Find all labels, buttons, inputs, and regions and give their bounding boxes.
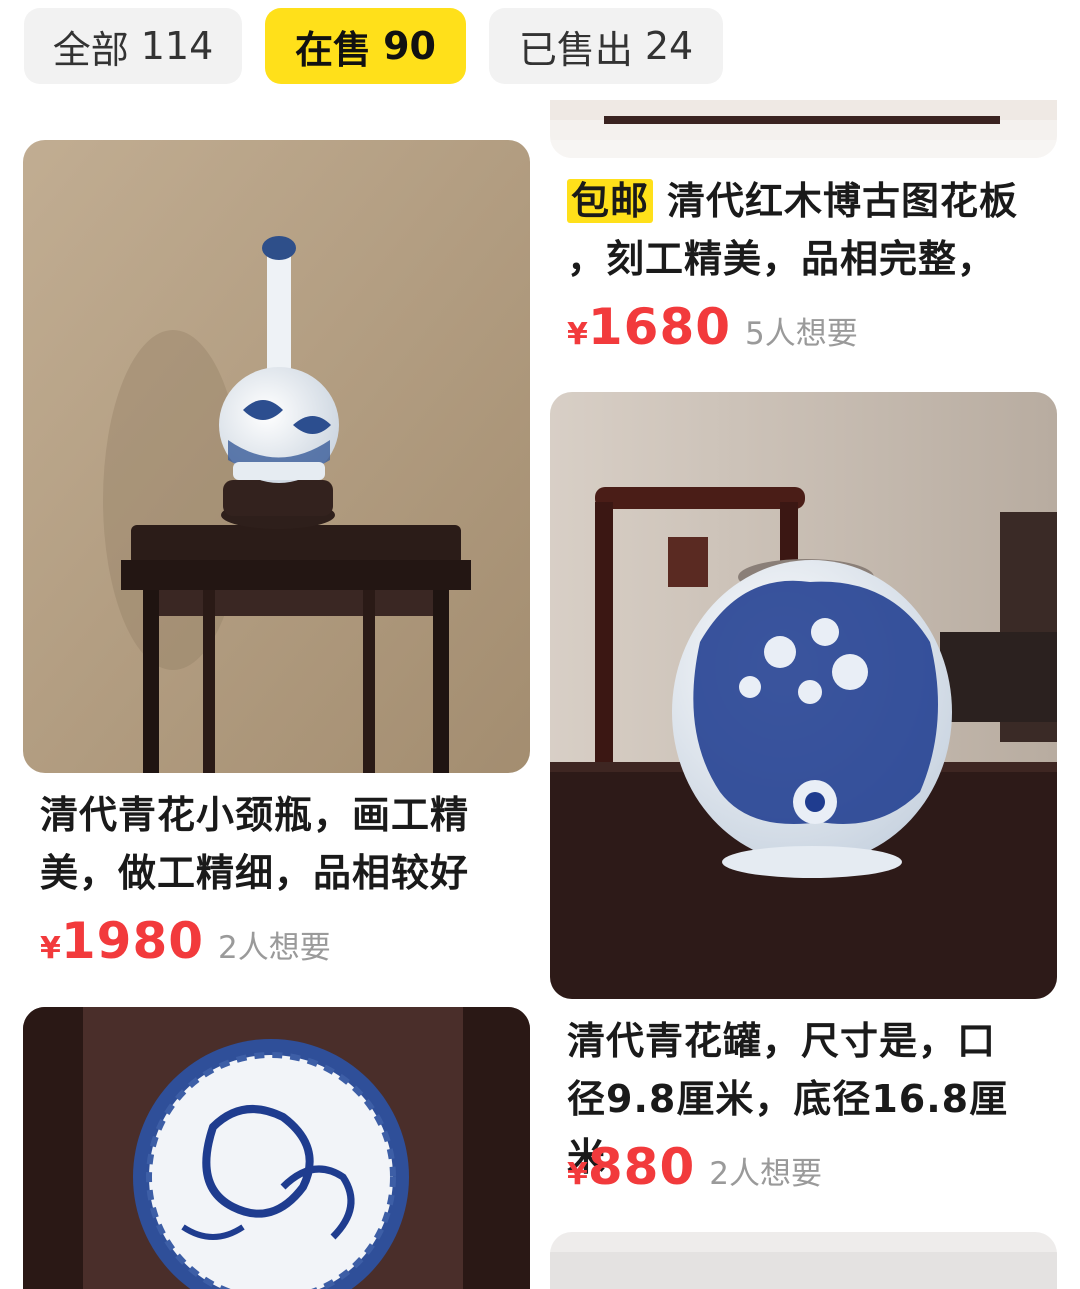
- tab-sold-label: 已售出: [518, 27, 633, 72]
- price-row-jar: ¥ 880 2人想要: [567, 1138, 822, 1196]
- free-shipping-badge: 包邮: [567, 179, 654, 223]
- tab-all-count: 114: [140, 24, 214, 68]
- plate-photo: [23, 1007, 530, 1289]
- title-line: ，刻工精美，品相完整，: [567, 237, 997, 281]
- product-image-vase[interactable]: [23, 140, 530, 773]
- tab-on-sale-count: 90: [383, 24, 436, 68]
- tab-sold-count: 24: [644, 24, 694, 68]
- title-line: 清代青花罐，尺寸是，口: [567, 1019, 997, 1063]
- wood-panel-photo: [550, 100, 1057, 158]
- product-title-wood-panel[interactable]: 包邮 清代红木博古图花板 ，刻工精美，品相完整，: [567, 172, 1047, 288]
- product-image-wood-panel[interactable]: [550, 100, 1057, 158]
- tab-sold[interactable]: 已售出 24: [489, 8, 723, 84]
- jar-photo: [550, 392, 1057, 999]
- tab-all-label: 全部: [52, 27, 129, 72]
- currency-symbol: ¥: [40, 931, 61, 966]
- product-image-partial[interactable]: [550, 1232, 1057, 1289]
- title-line: 美，做工精细，品相较好: [40, 851, 470, 895]
- wants-count: 2人想要: [709, 1156, 822, 1192]
- title-line: 清代红木博古图花板: [667, 179, 1019, 223]
- title-line: 清代青花小颈瓶，画工精: [40, 793, 470, 837]
- partial-photo: [550, 1232, 1057, 1289]
- price-value: 1980: [60, 912, 205, 970]
- price-row-wood-panel: ¥ 1680 5人想要: [567, 298, 858, 356]
- vase-photo: [23, 140, 530, 773]
- product-image-plate[interactable]: [23, 1007, 530, 1289]
- status-filter-tabs: 全部 114 在售 90 已售出 24: [0, 0, 1080, 100]
- tab-on-sale[interactable]: 在售 90: [265, 8, 466, 84]
- product-title-vase[interactable]: 清代青花小颈瓶，画工精 美，做工精细，品相较好: [40, 786, 510, 902]
- currency-symbol: ¥: [567, 317, 588, 352]
- wants-count: 5人想要: [745, 316, 858, 352]
- price-value: 1680: [587, 298, 732, 356]
- currency-symbol: ¥: [567, 1157, 588, 1192]
- tab-on-sale-label: 在售: [295, 27, 372, 72]
- tab-all[interactable]: 全部 114: [24, 8, 242, 84]
- price-value: 880: [587, 1138, 696, 1196]
- price-row-vase: ¥ 1980 2人想要: [40, 912, 331, 970]
- wants-count: 2人想要: [218, 930, 331, 966]
- product-image-jar[interactable]: [550, 392, 1057, 999]
